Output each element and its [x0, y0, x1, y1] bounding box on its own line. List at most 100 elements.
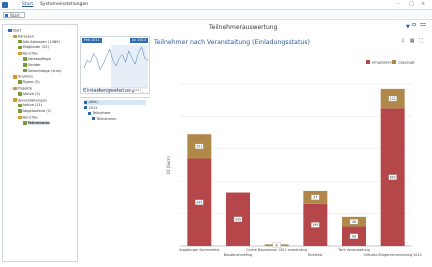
- menu-systemeinstellungen[interactable]: Systemeinstellungen: [40, 2, 88, 7]
- tree-item[interactable]: − Berichte: [15, 115, 38, 120]
- expand-icon[interactable]: ⛶: [140, 89, 143, 94]
- checkbox[interactable]: [84, 100, 87, 104]
- checkbox[interactable]: [84, 106, 87, 109]
- tree-item-label: Mitglieder (25): [22, 45, 50, 50]
- data-label: 339: [235, 218, 241, 222]
- checkbox[interactable]: [88, 111, 91, 115]
- folder-icon: [23, 57, 27, 61]
- status-filter-title: Einladungsstatus: [83, 88, 131, 94]
- bar-chart: eingeladen zugesagt ID (Sum) 345 151 Augsburg…: [166, 60, 422, 257]
- tree-item-label: Teilnehmer: [27, 120, 50, 125]
- status-filter-row[interactable]: (Alle): [84, 100, 146, 105]
- tree-item[interactable]: − Start: [5, 28, 21, 33]
- tree-item[interactable]: − Gremien: [10, 74, 33, 79]
- tree-item-label: Projekte: [17, 86, 33, 91]
- tree-item[interactable]: Gender: [20, 63, 41, 68]
- tree-item-label: Geburtstage (kurz): [27, 68, 62, 73]
- folder-icon: [13, 75, 17, 79]
- home-icon: [5, 14, 8, 17]
- chart-pane: Teilnehmerauswertung ▼ Teilnehmer nach V…: [152, 24, 430, 262]
- folder-icon: [13, 34, 17, 39]
- tree-item[interactable]: Aktive (2): [15, 92, 40, 97]
- chart-toolbar: ⇩ ▦ ⛶: [398, 38, 423, 44]
- folder-icon: [18, 51, 22, 56]
- timeline-filter[interactable]: Feb 2011 Jul 2013 1.7.2011 1.1.2012 1.7.…: [80, 36, 150, 94]
- status-filter-label: Teilnahmen: [96, 116, 117, 121]
- status-filter-row[interactable]: Teilnahmen: [92, 117, 117, 122]
- legend-swatch: [392, 60, 396, 64]
- tree-item[interactable]: Mitglieder (25): [15, 45, 49, 50]
- x-tick-label: Bauabnahmeflug: [224, 253, 252, 257]
- close-icon[interactable]: ×: [421, 1, 425, 7]
- folder-icon: [23, 63, 27, 67]
- folder-icon: [8, 28, 12, 33]
- filter-panel: Feb 2011 Jul 2013 1.7.2011 1.1.2012 1.7.…: [80, 24, 150, 262]
- data-label: 345: [196, 201, 202, 205]
- app-icon: [2, 2, 8, 8]
- timeline-sparkline: [83, 45, 149, 89]
- data-label: 48: [352, 220, 356, 224]
- filter-icon[interactable]: ▼: [406, 24, 410, 30]
- data-label: 643: [390, 175, 396, 179]
- menu-start[interactable]: Start: [22, 2, 33, 7]
- chevron-down-icon[interactable]: ▾: [132, 89, 134, 94]
- navigation-tree: − Start − Adressen Alle Adressen (1489) Mitgl…: [2, 24, 78, 262]
- legend-label: zugesagt: [398, 61, 415, 65]
- status-filter-row[interactable]: 2011: [84, 106, 97, 111]
- tree-item[interactable]: Aktive (11): [15, 103, 42, 108]
- status-filter-row[interactable]: Teilnahme: [88, 111, 110, 116]
- tree-item[interactable]: − Berichte: [15, 51, 38, 56]
- timeline-selection[interactable]: [111, 45, 148, 88]
- tree-item[interactable]: Teilnehmer: [20, 120, 50, 126]
- x-tick-label: Tech Veranstaltung: [337, 248, 369, 252]
- maximize-icon[interactable]: □: [409, 1, 414, 7]
- tree-item[interactable]: − Veranstaltungen: [10, 98, 47, 103]
- tree-item-label: Gender: [27, 62, 41, 67]
- data-label: 199: [312, 223, 318, 227]
- export-icon[interactable]: ⇩: [401, 38, 405, 44]
- tree-item-label: Aktive (2): [22, 91, 41, 96]
- x-tick-label: Virtuelle Bürgerversammlung 2012: [364, 253, 422, 257]
- tree-item-label: Berichte: [22, 51, 38, 56]
- status-filter-list: (Alle) 2011 Teilnahme Teilnahmen: [80, 97, 150, 262]
- data-label: 98: [352, 235, 356, 239]
- print-icon[interactable]: ▦: [410, 38, 415, 44]
- folder-icon: [18, 103, 22, 108]
- status-filter-header: Einladungsstatus ▾ ⛶: [80, 88, 150, 96]
- tree-item[interactable]: Adresspflege: [20, 57, 51, 62]
- tree-item-label: Adresspflege: [27, 57, 51, 61]
- tree-item[interactable]: − Projekte: [10, 86, 32, 91]
- x-tick-label: Richtfest: [308, 253, 323, 257]
- pane-title: Teilnehmerauswertung: [209, 24, 278, 31]
- tree-item[interactable]: Figaro (5): [15, 80, 40, 85]
- tree-item[interactable]: Geburtstage (kurz): [20, 69, 61, 74]
- x-tick-label: Augsburger Sommerfest: [179, 248, 220, 252]
- breadcrumb[interactable]: Start: [3, 12, 25, 18]
- fullscreen-icon[interactable]: ⛶: [419, 38, 423, 44]
- tree-item-label: Veranstaltungen: [17, 98, 48, 103]
- data-label: 6: [276, 243, 278, 247]
- tree-item-label: Gremien: [17, 74, 33, 79]
- breadcrumb-label: Start: [10, 13, 20, 18]
- folder-icon: [18, 92, 22, 96]
- tree-item-label: Figaro (5): [22, 80, 40, 85]
- folder-icon: [18, 109, 22, 113]
- folder-icon: [18, 45, 22, 50]
- minimize-icon[interactable]: –: [397, 1, 400, 7]
- status-filter-label: 2011: [88, 105, 98, 110]
- tree-item-label: Alle Adressen (1489): [22, 39, 60, 44]
- tree-item-label: Aktive (11): [22, 103, 43, 108]
- tree-item-label: Adressen: [17, 34, 35, 39]
- folder-icon: [18, 115, 22, 120]
- navigation-bar: Start: [0, 10, 432, 26]
- checkbox[interactable]: [92, 117, 95, 120]
- data-label: 37: [313, 196, 317, 200]
- data-label: 151: [196, 145, 202, 149]
- tree-item-label: Start: [12, 28, 22, 33]
- tree-item[interactable]: Alle Adressen (1489): [15, 40, 60, 45]
- tree-item[interactable]: Abgelaufene (1): [15, 109, 51, 114]
- tree-item[interactable]: − Adressen: [10, 34, 34, 39]
- folder-icon: [18, 80, 22, 84]
- tree-item-label: Abgelaufene (1): [22, 109, 52, 114]
- folder-icon: [18, 39, 22, 44]
